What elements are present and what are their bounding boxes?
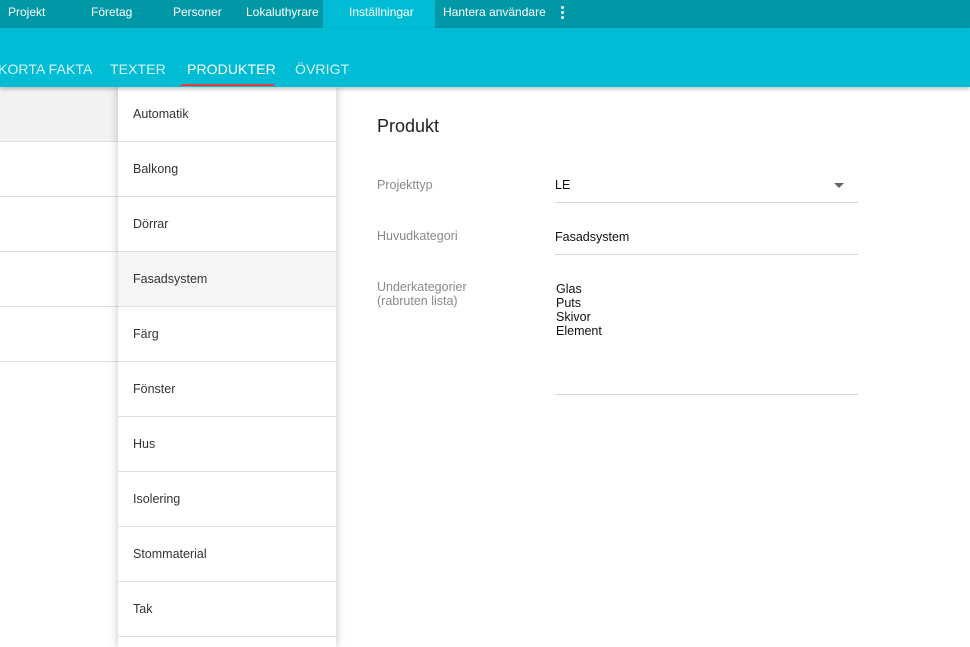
underkategori-line: Skivor	[556, 310, 591, 324]
product-form: Produkt Projekttyp LE Huvudkategori Fasa…	[336, 87, 970, 647]
category-item-automatik[interactable]: Automatik	[118, 87, 336, 142]
category-item-fasadsystem[interactable]: Fasadsystem	[118, 252, 336, 307]
underkategori-line: Puts	[556, 296, 582, 310]
category-list: Automatik Balkong Dörrar Fasadsystem Fär…	[118, 87, 336, 647]
category-item-farg[interactable]: Färg	[118, 307, 336, 362]
dropdown-arrow-icon	[834, 183, 844, 188]
underkategorier-label: Underkategorier (rabruten lista)	[377, 280, 467, 308]
tab-bar: KORTA FAKTA TEXTER PRODUKTER ÖVRIGT	[0, 28, 970, 87]
projekttyp-select[interactable]: LE	[555, 177, 858, 203]
category-item-stommaterial[interactable]: Stommaterial	[118, 527, 336, 582]
tab-korta-fakta[interactable]: KORTA FAKTA	[0, 61, 92, 77]
category-item-fonster[interactable]: Fönster	[118, 362, 336, 417]
underkategorier-textarea[interactable]: Glas Puts Skivor Element	[555, 282, 858, 395]
nav-projekt[interactable]: Projekt	[8, 0, 45, 28]
category-item-hus[interactable]: Hus	[118, 417, 336, 472]
projekttyp-label: Projekttyp	[377, 178, 433, 192]
category-item-balkong[interactable]: Balkong	[118, 142, 336, 197]
nav-personer[interactable]: Personer	[173, 0, 222, 28]
list-item[interactable]	[0, 307, 118, 362]
top-navigation: Projekt Företag Personer Lokaluthyrare I…	[0, 0, 970, 28]
underkategori-line: Element	[556, 324, 602, 338]
category-item-tak[interactable]: Tak	[118, 582, 336, 637]
tab-ovrigt[interactable]: ÖVRIGT	[295, 61, 349, 77]
background-list-header	[0, 87, 118, 142]
tab-produkter[interactable]: PRODUKTER	[187, 61, 276, 77]
category-item-isolering[interactable]: Isolering	[118, 472, 336, 527]
tab-texter[interactable]: TEXTER	[110, 61, 166, 77]
nav-installningar[interactable]: Inställningar	[323, 0, 435, 28]
form-title: Produkt	[377, 116, 440, 136]
category-item-dorrar[interactable]: Dörrar	[118, 197, 336, 252]
nav-foretag[interactable]: Företag	[91, 0, 132, 28]
active-tab-indicator	[181, 84, 274, 86]
huvudkategori-input[interactable]: Fasadsystem	[555, 229, 858, 255]
underkategorier-label-line1: Underkategorier	[377, 280, 467, 294]
underkategorier-label-line2: (rabruten lista)	[377, 294, 458, 308]
list-item[interactable]	[0, 142, 118, 197]
background-list	[0, 87, 118, 647]
list-item[interactable]	[0, 252, 118, 307]
underkategori-line: Glas	[556, 282, 582, 296]
projekttyp-value: LE	[555, 178, 571, 192]
nav-hantera-anvandare[interactable]: Hantera användare	[443, 0, 546, 28]
huvudkategori-label: Huvudkategori	[377, 229, 458, 243]
more-vertical-icon[interactable]	[555, 5, 569, 21]
nav-lokaluthyrare[interactable]: Lokaluthyrare	[246, 0, 319, 28]
huvudkategori-value: Fasadsystem	[555, 230, 630, 244]
list-item[interactable]	[0, 197, 118, 252]
